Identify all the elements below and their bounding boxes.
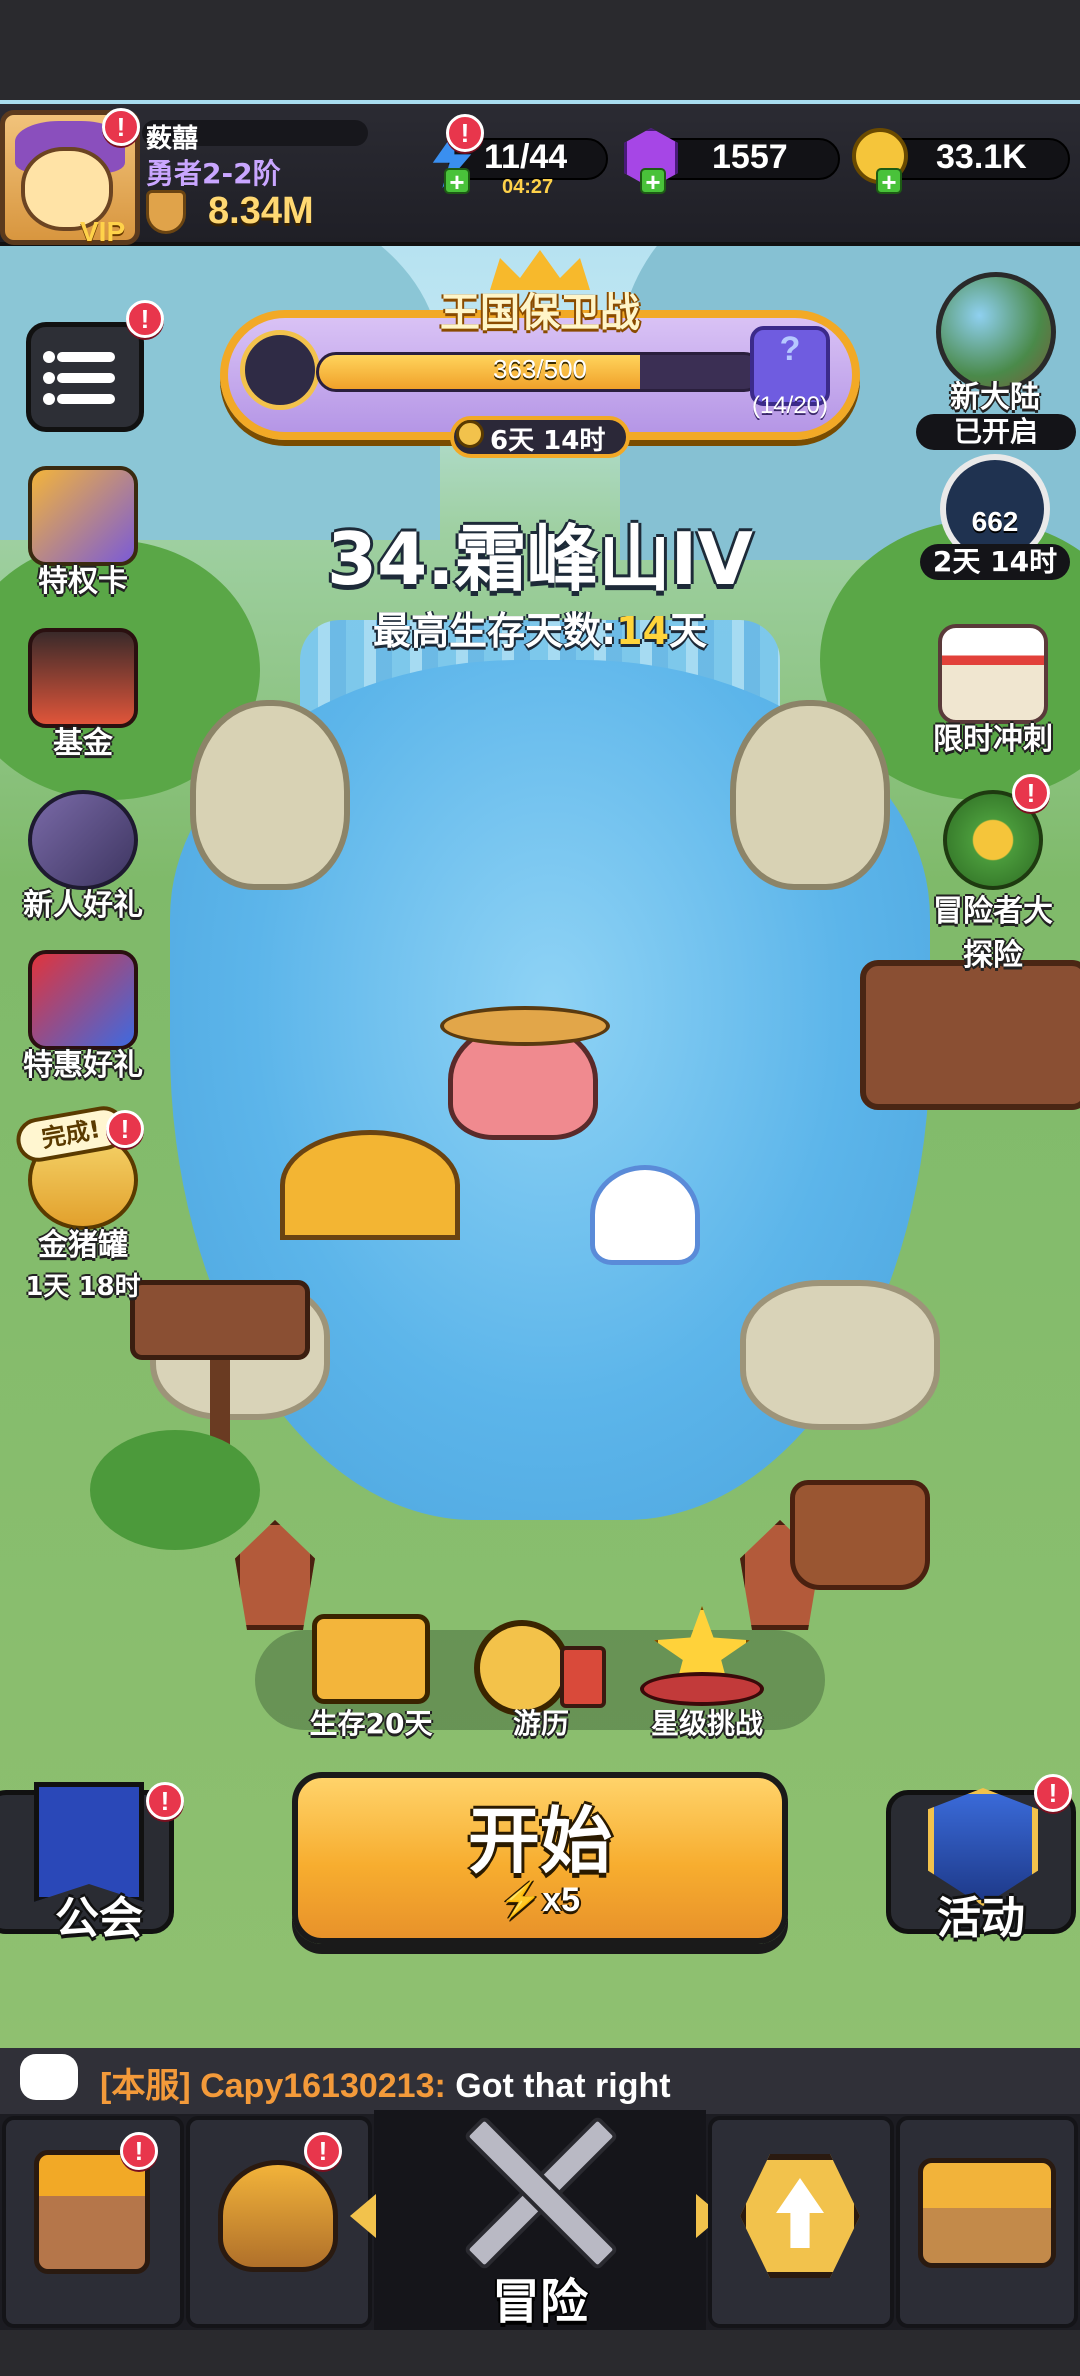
- gift-box-icon: [28, 950, 138, 1050]
- event-progress-text: 363/500: [493, 354, 587, 384]
- event-timer: 6天 14时: [490, 426, 606, 456]
- energy-value: 11/44: [484, 138, 568, 176]
- menu-line: [57, 352, 115, 362]
- straw-hat: [440, 1006, 610, 1046]
- capybara-statue-right: [730, 700, 890, 890]
- bucket: [790, 1480, 930, 1590]
- energy-alert-badge: !: [446, 114, 484, 152]
- shop-alert-badge: !: [120, 2132, 158, 2170]
- kingdom-defense-banner[interactable]: 王国保卫战 363/500 ? (14/20) 6天 14时: [190, 250, 890, 458]
- star-pedestal: [640, 1672, 764, 1706]
- bush-left: [90, 1430, 260, 1550]
- energy-timer: 04:27: [502, 176, 554, 198]
- start-cost-value: x5: [542, 1881, 581, 1919]
- horn-icon: [240, 330, 320, 410]
- rock-right: [740, 1280, 940, 1430]
- coins-plus-icon[interactable]: +: [876, 168, 902, 195]
- travel-label[interactable]: 游历: [456, 1702, 626, 1742]
- capybara-character[interactable]: [280, 1130, 460, 1240]
- fund-button[interactable]: 基金: [8, 628, 158, 762]
- chat-bubble-icon[interactable]: [20, 2054, 78, 2100]
- guild-label: 公会: [55, 1893, 143, 1944]
- chat-content: Got that right: [445, 2067, 671, 2105]
- piggy-bank-label: 金猪罐: [38, 1228, 128, 1263]
- special-gift-label: 特惠好礼: [23, 1048, 143, 1083]
- menu-line: [57, 394, 115, 404]
- clock-icon: [456, 420, 484, 448]
- crossed-swords-icon: [450, 2108, 630, 2288]
- mystery-gift-glyph: ?: [779, 330, 801, 368]
- helmet-icon: [218, 2160, 338, 2272]
- card-icon: [28, 466, 138, 566]
- privilege-card-label: 特权卡: [38, 564, 128, 599]
- treasure-chest-icon: [918, 2158, 1056, 2268]
- player-name: 薮囍: [146, 124, 199, 154]
- lantern-left: [235, 1520, 315, 1630]
- gems-value: 1557: [712, 138, 788, 176]
- privilege-card-button[interactable]: 特权卡: [8, 466, 158, 600]
- adventurer-label-1: 冒险者大: [933, 894, 1053, 929]
- start-label: 开始: [467, 1799, 612, 1883]
- capybara-statue-left: [190, 700, 350, 890]
- events-label: 活动: [937, 1893, 1025, 1944]
- piggy-bank-timer: 1天 18时: [25, 1272, 141, 1302]
- survival-suffix: 天: [669, 609, 708, 653]
- sword-shield-icon: [146, 190, 186, 234]
- limited-sprint-label: 限时冲刺: [933, 722, 1053, 757]
- menu-dot: [43, 372, 55, 384]
- bunny-character[interactable]: [590, 1165, 700, 1265]
- guild-alert-badge: !: [146, 1782, 184, 1820]
- adventurer-label-2: 探险: [963, 938, 1023, 973]
- new-continent-status: 已开启: [916, 414, 1076, 450]
- menu-button[interactable]: [26, 322, 144, 432]
- adventurer-alert-badge: !: [1012, 774, 1050, 812]
- menu-dot: [43, 351, 55, 363]
- survival-prefix: 最高生存天数:: [372, 609, 617, 653]
- energy-bolt-icon: ⚡: [499, 1881, 543, 1919]
- gift-count: (14/20): [751, 392, 829, 419]
- medal-value: 662: [971, 506, 1019, 537]
- wooden-bench: [860, 960, 1080, 1110]
- newbie-gift-button[interactable]: 新人好礼: [8, 790, 158, 924]
- chat-message[interactable]: [本服] Capy16130213: Got that right: [100, 2058, 671, 2107]
- star-challenge-label[interactable]: 星级挑战: [622, 1702, 792, 1742]
- chest-icon[interactable]: [312, 1614, 430, 1704]
- medal-timer: 2天 14时: [920, 544, 1070, 580]
- arrow-left-icon[interactable]: [350, 2194, 376, 2238]
- calendar-icon: [938, 624, 1048, 724]
- limited-sprint-button[interactable]: 限时冲刺: [918, 624, 1068, 758]
- newbie-gift-label: 新人好礼: [23, 888, 143, 923]
- menu-alert-badge: !: [126, 300, 164, 338]
- events-alert-badge: !: [1034, 1774, 1072, 1812]
- special-gift-button[interactable]: 特惠好礼: [8, 950, 158, 1084]
- new-continent-label[interactable]: 新大陆: [910, 372, 1080, 416]
- energy-plus-icon[interactable]: +: [444, 168, 470, 195]
- vip-badge[interactable]: VIP: [80, 216, 125, 248]
- avatar-alert-badge: !: [102, 108, 140, 146]
- sword-gift-icon: [28, 790, 138, 890]
- piggy-alert-badge: !: [106, 1110, 144, 1148]
- fund-chart-icon: [28, 628, 138, 728]
- adventurer-explore-button[interactable]: 冒险者大 探险: [918, 790, 1068, 974]
- coins-value: 33.1K: [936, 138, 1027, 176]
- gems-plus-icon[interactable]: +: [640, 168, 666, 195]
- menu-line: [57, 373, 115, 383]
- equipment-alert-badge: !: [304, 2132, 342, 2170]
- fund-label: 基金: [53, 726, 113, 761]
- book-icon: [560, 1646, 606, 1708]
- survive-20-label[interactable]: 生存20天: [286, 1702, 456, 1742]
- menu-dot: [43, 393, 55, 405]
- nav-adventure-label: 冒险: [491, 2274, 588, 2330]
- combat-power: 8.34M: [208, 190, 314, 232]
- start-cost: ⚡x5: [292, 1880, 788, 1920]
- chat-sender: [本服] Capy16130213:: [100, 2067, 446, 2105]
- survival-days-value: 14: [616, 609, 670, 653]
- player-rank: 勇者2-2阶: [146, 157, 281, 190]
